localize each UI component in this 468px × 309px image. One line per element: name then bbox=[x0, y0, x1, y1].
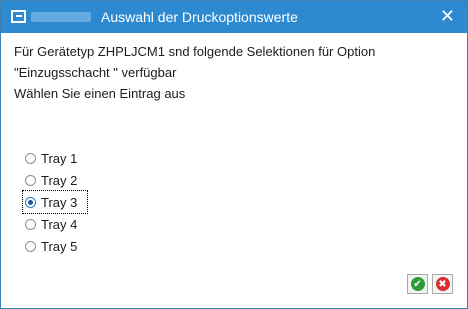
window-title: Auswahl der Druckoptionswerte bbox=[101, 9, 298, 25]
option-tray-1[interactable]: Tray 1 bbox=[25, 147, 87, 169]
option-tray-2[interactable]: Tray 2 bbox=[25, 169, 87, 191]
tray-option-list: Tray 1 Tray 2 Tray 3 Tray 4 Tray 5 bbox=[22, 147, 88, 257]
close-icon[interactable]: ✕ bbox=[440, 6, 455, 26]
blurred-system-name bbox=[31, 12, 91, 22]
message-text: Für Gerätetyp ZHPLJCM1 snd folgende Sele… bbox=[14, 41, 454, 104]
message-line-3: Wählen Sie einen Eintrag aus bbox=[14, 86, 186, 101]
option-label: Tray 2 bbox=[41, 172, 78, 188]
option-label: Tray 4 bbox=[41, 216, 78, 232]
cancel-button[interactable]: ✖ bbox=[432, 274, 453, 294]
ok-button[interactable]: ✔ bbox=[407, 274, 428, 294]
option-label: Tray 3 bbox=[41, 194, 78, 210]
title-bar: Auswahl der Druckoptionswerte ✕ bbox=[1, 1, 467, 33]
dialog-buttons: ✔ ✖ bbox=[407, 274, 453, 294]
radio-button-selected[interactable] bbox=[25, 196, 36, 208]
radio-button[interactable] bbox=[25, 152, 36, 164]
radio-button[interactable] bbox=[25, 218, 36, 230]
option-tray-5[interactable]: Tray 5 bbox=[25, 235, 87, 257]
option-tray-3[interactable]: Tray 3 bbox=[22, 190, 88, 214]
option-tray-4[interactable]: Tray 4 bbox=[25, 213, 87, 235]
cancel-icon: ✖ bbox=[435, 277, 450, 291]
message-line-2: "Einzugsschacht " verfügbar bbox=[14, 65, 177, 80]
option-label: Tray 1 bbox=[41, 150, 78, 166]
option-label: Tray 5 bbox=[41, 238, 78, 254]
sap-screen-icon[interactable] bbox=[11, 10, 26, 23]
radio-button[interactable] bbox=[25, 174, 36, 186]
message-line-1: Für Gerätetyp ZHPLJCM1 snd folgende Sele… bbox=[14, 44, 376, 59]
check-icon: ✔ bbox=[410, 277, 425, 291]
radio-button[interactable] bbox=[25, 240, 36, 252]
print-options-dialog: Auswahl der Druckoptionswerte ✕ Für Gerä… bbox=[0, 0, 468, 309]
